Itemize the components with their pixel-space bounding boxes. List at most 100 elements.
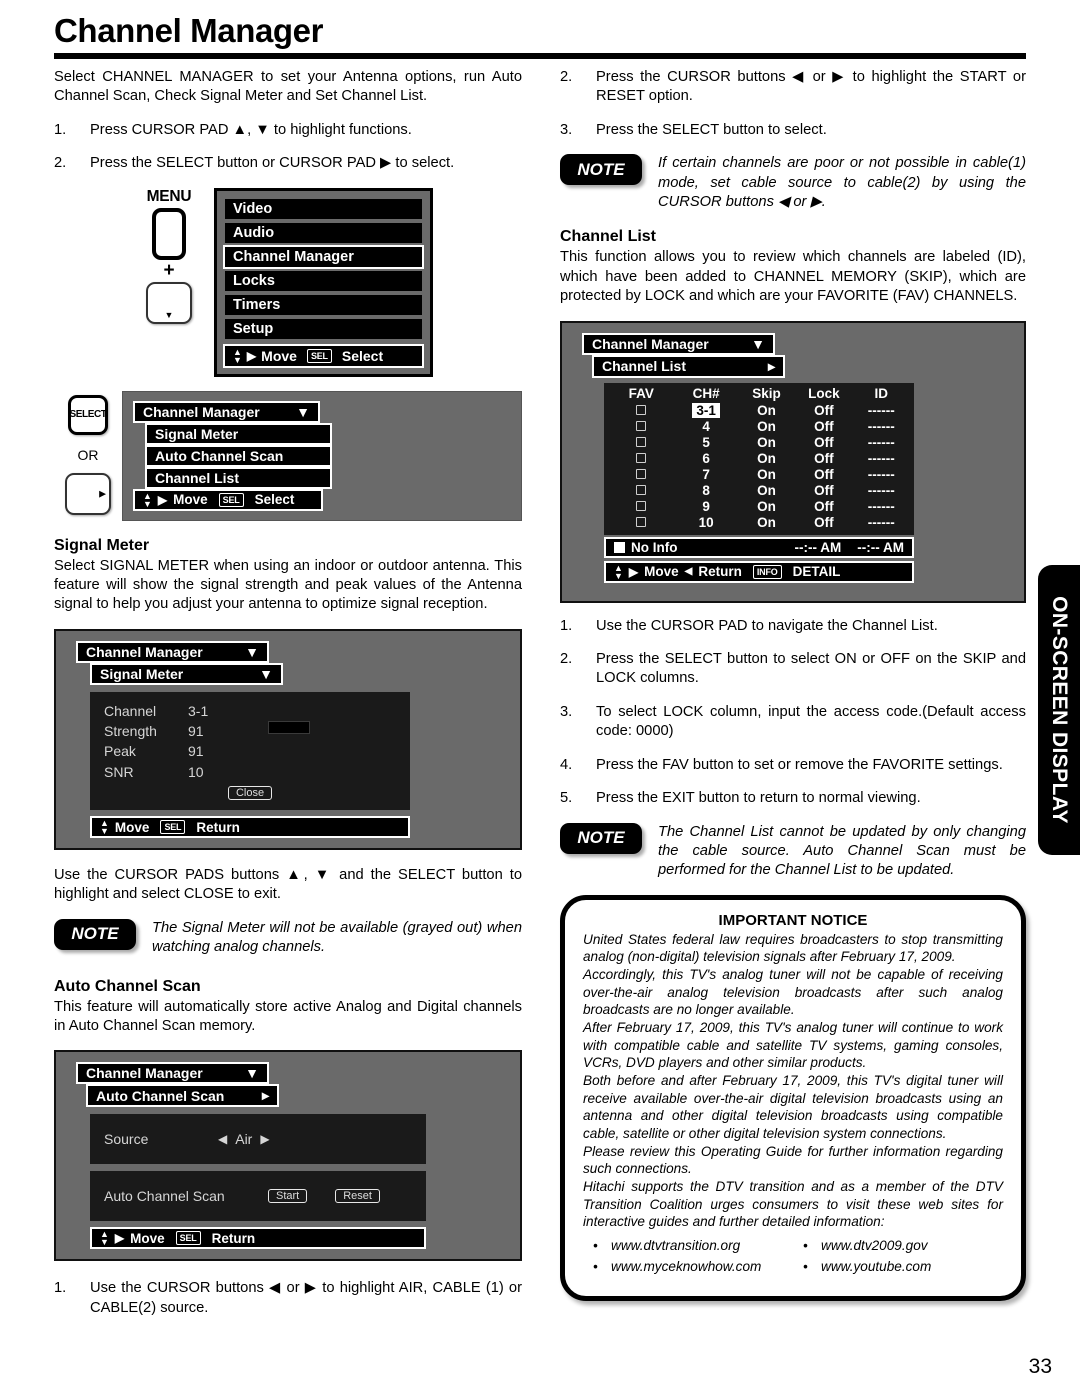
table-row[interactable]: 10 On Off ------	[608, 515, 910, 531]
osd-header[interactable]: Channel Manager ▼	[582, 332, 775, 355]
channel-number-cell[interactable]: 3-1	[674, 402, 737, 419]
link-youtube[interactable]: www.youtube.com	[793, 1259, 1003, 1274]
row-value: 91	[188, 743, 204, 760]
chevron-right-icon: ▸	[767, 357, 775, 374]
lock-cell[interactable]: Off	[795, 435, 852, 451]
osd-subheader[interactable]: Auto Channel Scan ▸	[86, 1084, 279, 1108]
lock-cell[interactable]: Off	[795, 419, 852, 435]
step-text: Press the SELECT button to select.	[596, 121, 827, 138]
osd-header-label: Channel Manager	[592, 335, 709, 352]
lock-cell[interactable]: Off	[795, 403, 852, 419]
table-row: SNR 10	[104, 762, 396, 782]
skip-cell[interactable]: On	[738, 515, 795, 531]
checkbox-icon[interactable]	[636, 420, 647, 431]
osd-subheader[interactable]: Signal Meter ▼	[90, 662, 283, 685]
table-row[interactable]: 3-1 On Off ------	[608, 402, 910, 419]
lock-cell[interactable]: Off	[795, 499, 852, 515]
submenu-item-signal-meter[interactable]: Signal Meter	[145, 422, 332, 445]
skip-cell[interactable]: On	[738, 483, 795, 499]
osd-header[interactable]: Channel Manager ▼	[76, 640, 269, 663]
fav-checkbox-cell[interactable]	[608, 403, 674, 419]
right-column: 2. Press the CURSOR buttons ◀ or ▶ to hi…	[560, 68, 1026, 1302]
skip-cell[interactable]: On	[738, 467, 795, 483]
table-row[interactable]: 6 On Off ------	[608, 451, 910, 467]
menu-item-video[interactable]: Video	[223, 196, 424, 221]
fav-checkbox-cell[interactable]	[608, 499, 674, 515]
table-row[interactable]: 4 On Off ------	[608, 419, 910, 435]
cursor-pad-down-button[interactable]: ▼	[146, 281, 192, 324]
menu-item-audio[interactable]: Audio	[223, 220, 424, 245]
auto-channel-scan-heading: Auto Channel Scan	[54, 977, 201, 995]
reset-button[interactable]: Reset	[335, 1189, 380, 1204]
submenu-header[interactable]: Channel Manager ▼	[133, 400, 320, 423]
link-dtvtransition[interactable]: www.dtvtransition.org	[583, 1238, 793, 1253]
skip-cell[interactable]: On	[738, 435, 795, 451]
channel-number-cell[interactable]: 4	[674, 419, 737, 435]
lock-cell[interactable]: Off	[795, 467, 852, 483]
table-row[interactable]: 8 On Off ------	[608, 483, 910, 499]
link-dtv2009[interactable]: www.dtv2009.gov	[793, 1238, 1003, 1253]
skip-cell[interactable]: On	[738, 419, 795, 435]
info-label: No Info	[631, 539, 678, 555]
chevron-down-icon: ▼	[245, 1065, 259, 1082]
auto-channel-scan-label: Auto Channel Scan	[104, 1188, 225, 1205]
menu-item-locks[interactable]: Locks	[223, 268, 424, 293]
submenu-item-auto-channel-scan[interactable]: Auto Channel Scan	[145, 444, 332, 467]
table-row[interactable]: 9 On Off ------	[608, 499, 910, 515]
sel-key-chip: SEL	[306, 348, 332, 363]
channel-number-cell[interactable]: 9	[674, 499, 737, 515]
skip-cell[interactable]: On	[738, 451, 795, 467]
note-badge: NOTE	[560, 154, 642, 186]
signal-strength-bar	[268, 721, 310, 735]
menu-button[interactable]	[152, 207, 186, 260]
submenu-item-channel-list[interactable]: Channel List	[145, 466, 332, 489]
row-value: 10	[188, 763, 204, 780]
lock-cell[interactable]: Off	[795, 515, 852, 531]
osd-subheader[interactable]: Channel List ▸	[592, 354, 785, 378]
right-arrow-icon: ▶	[246, 348, 257, 363]
id-cell: ------	[867, 466, 895, 482]
osd-subheader-label: Channel List	[602, 358, 687, 375]
fav-checkbox-cell[interactable]	[608, 451, 674, 467]
channel-number-cell[interactable]: 5	[674, 435, 737, 451]
osd-header[interactable]: Channel Manager ▼	[76, 1062, 269, 1085]
menu-item-setup[interactable]: Setup	[223, 316, 424, 341]
fav-checkbox-cell[interactable]	[608, 483, 674, 499]
fav-checkbox-cell[interactable]	[608, 435, 674, 451]
manual-page: Channel Manager Select CHANNEL MANAGER t…	[0, 0, 1080, 1397]
lock-cell[interactable]: Off	[795, 483, 852, 499]
skip-cell[interactable]: On	[738, 499, 795, 515]
table-row[interactable]: 7 On Off ------	[608, 467, 910, 483]
skip-cell[interactable]: On	[738, 403, 795, 419]
note-badge: NOTE	[560, 822, 642, 854]
right-arrow-icon: ▶	[157, 492, 168, 507]
checkbox-icon[interactable]	[636, 452, 647, 463]
fav-checkbox-cell[interactable]	[608, 419, 674, 435]
close-button[interactable]: Close	[227, 786, 273, 801]
note-text: If certain channels are poor or not poss…	[658, 155, 1026, 211]
osd-header-label: Channel Manager	[86, 1065, 203, 1082]
channel-number-cell[interactable]: 10	[674, 515, 737, 531]
right-arrow-icon[interactable]: ▶	[260, 1132, 269, 1146]
checkbox-icon[interactable]	[636, 404, 647, 415]
select-button[interactable]: SELECT	[68, 394, 108, 435]
checkbox-icon[interactable]	[636, 516, 647, 527]
table-row[interactable]: 5 On Off ------	[608, 435, 910, 451]
fav-checkbox-cell[interactable]	[608, 467, 674, 483]
cursor-pad-right-button[interactable]: ▶	[65, 472, 111, 515]
left-arrow-icon[interactable]: ◀	[218, 1132, 227, 1146]
channel-number-cell[interactable]: 6	[674, 451, 737, 467]
link-myceknowhow[interactable]: www.myceknowhow.com	[583, 1259, 793, 1274]
menu-item-timers[interactable]: Timers	[223, 292, 424, 317]
column-header-ch: CH#	[692, 385, 720, 401]
checkbox-icon[interactable]	[636, 436, 647, 447]
fav-checkbox-cell[interactable]	[608, 515, 674, 531]
lock-cell[interactable]: Off	[795, 451, 852, 467]
menu-item-channel-manager[interactable]: Channel Manager	[223, 244, 424, 269]
checkbox-icon[interactable]	[636, 484, 647, 495]
checkbox-icon[interactable]	[636, 500, 647, 511]
channel-number-cell[interactable]: 7	[674, 467, 737, 483]
checkbox-icon[interactable]	[636, 468, 647, 479]
channel-number-cell[interactable]: 8	[674, 483, 737, 499]
start-button[interactable]: Start	[268, 1189, 308, 1204]
